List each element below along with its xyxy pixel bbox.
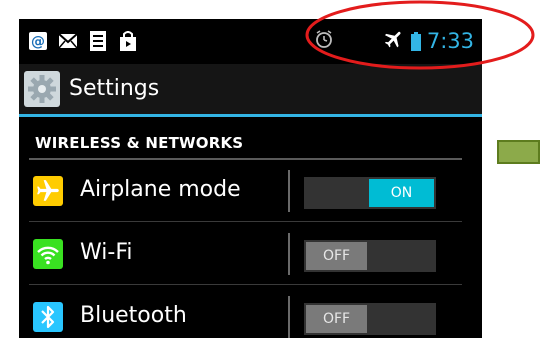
- screenshot-stage: @ 7:33 Settings WIRELESS & NETWORKS Airp…: [0, 0, 543, 338]
- settings-row-airplane-mode[interactable]: Airplane mode ON: [19, 162, 482, 220]
- bluetooth-toggle[interactable]: OFF: [304, 303, 436, 335]
- system-icons: 7:33: [315, 27, 474, 55]
- row-divider: [288, 170, 290, 212]
- toggle-state: OFF: [306, 242, 367, 270]
- settings-row-wifi[interactable]: Wi-Fi OFF: [19, 225, 482, 283]
- airplane-icon: [383, 28, 405, 54]
- phone-screen: @ 7:33 Settings WIRELESS & NETWORKS Airp…: [19, 19, 482, 338]
- settings-gear-icon[interactable]: [23, 70, 61, 108]
- row-divider: [288, 296, 290, 338]
- email-at-icon: @: [27, 31, 48, 51]
- status-bar: @ 7:33: [19, 19, 482, 64]
- wifi-toggle[interactable]: OFF: [304, 240, 436, 272]
- wifi-icon: [33, 239, 63, 269]
- svg-text:@: @: [31, 34, 45, 50]
- airplane-mode-toggle[interactable]: ON: [304, 177, 436, 209]
- action-bar: Settings: [19, 64, 482, 114]
- battery-icon: [410, 31, 421, 51]
- action-bar-divider: [19, 114, 482, 117]
- sim-card-icon: [87, 31, 108, 51]
- bluetooth-icon: [33, 302, 63, 332]
- toggle-state: ON: [369, 179, 434, 207]
- gmail-icon: [57, 31, 78, 51]
- green-annotation-box: [497, 140, 540, 164]
- toggle-state: OFF: [306, 305, 367, 333]
- alarm-icon: [315, 29, 333, 53]
- store-bag-icon: [117, 31, 138, 51]
- settings-row-bluetooth[interactable]: Bluetooth OFF: [19, 288, 482, 338]
- row-label: Airplane mode: [80, 177, 241, 202]
- notification-icons: @: [27, 29, 138, 53]
- section-divider: [29, 158, 462, 160]
- status-clock: 7:33: [426, 29, 474, 53]
- row-separator: [29, 284, 462, 285]
- row-label: Wi-Fi: [80, 240, 133, 265]
- section-header: WIRELESS & NETWORKS: [35, 134, 244, 152]
- row-divider: [288, 233, 290, 275]
- page-title: Settings: [69, 76, 160, 101]
- row-separator: [29, 221, 462, 222]
- row-label: Bluetooth: [80, 303, 187, 328]
- airplane-icon: [33, 176, 63, 206]
